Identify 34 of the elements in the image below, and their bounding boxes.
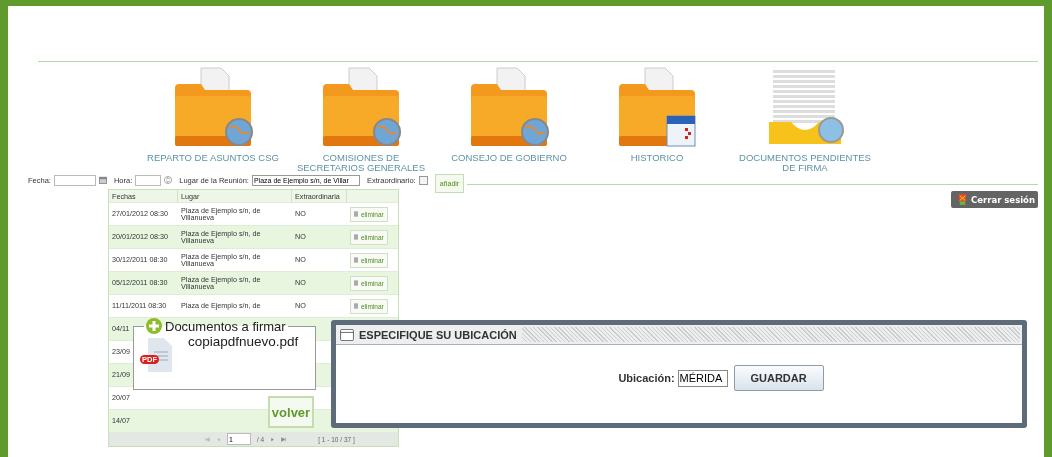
location-label: Ubicación: <box>618 372 675 384</box>
nav-label[interactable]: CONSEJO DE GOBIERNO <box>436 153 582 163</box>
spinner-icon[interactable] <box>164 176 173 184</box>
trash-icon <box>354 257 358 263</box>
last-page-icon[interactable] <box>281 436 287 442</box>
dialog-title: ESPECIFIQUE SU UBICACIÓN <box>359 328 517 341</box>
calendar-icon[interactable] <box>98 176 107 184</box>
extraordinary-checkbox[interactable] <box>418 175 428 185</box>
next-page-icon[interactable] <box>270 436 276 442</box>
nav-label[interactable]: DOCUMENTOS PENDIENTES DE FIRMA <box>732 153 878 173</box>
trash-icon <box>354 211 358 217</box>
trash-icon <box>354 303 358 309</box>
add-icon[interactable] <box>146 318 162 334</box>
folder-globe-icon[interactable] <box>173 66 253 148</box>
window-icon <box>340 328 354 341</box>
back-button[interactable]: volver <box>268 396 314 428</box>
location-field[interactable]: MÉRIDA <box>677 369 728 387</box>
nav-label[interactable]: HISTORICO <box>584 153 730 163</box>
nav-label[interactable]: REPARTO DE ASUNTOS CSG <box>140 153 286 163</box>
first-page-icon[interactable] <box>205 436 210 442</box>
save-button[interactable]: GUARDAR <box>733 365 824 391</box>
nav-label[interactable]: COMISIONES DE SECRETARIOS GENERALES <box>288 153 434 173</box>
date-field[interactable] <box>53 174 96 186</box>
folder-globe-icon[interactable] <box>321 66 401 148</box>
logout-button[interactable]: Cerrar sesión <box>951 191 1038 208</box>
documents-title: Documentos a firmar <box>165 318 286 334</box>
folder-calendar-icon[interactable] <box>617 66 697 148</box>
previous-page-icon[interactable] <box>216 436 221 442</box>
trash-icon <box>354 234 358 240</box>
trash-icon <box>354 280 358 286</box>
folder-globe-icon[interactable] <box>469 66 549 148</box>
time-field[interactable] <box>135 174 162 186</box>
logout-icon <box>958 194 968 205</box>
file-name[interactable]: copiapdfnuevo.pdf <box>188 334 299 349</box>
